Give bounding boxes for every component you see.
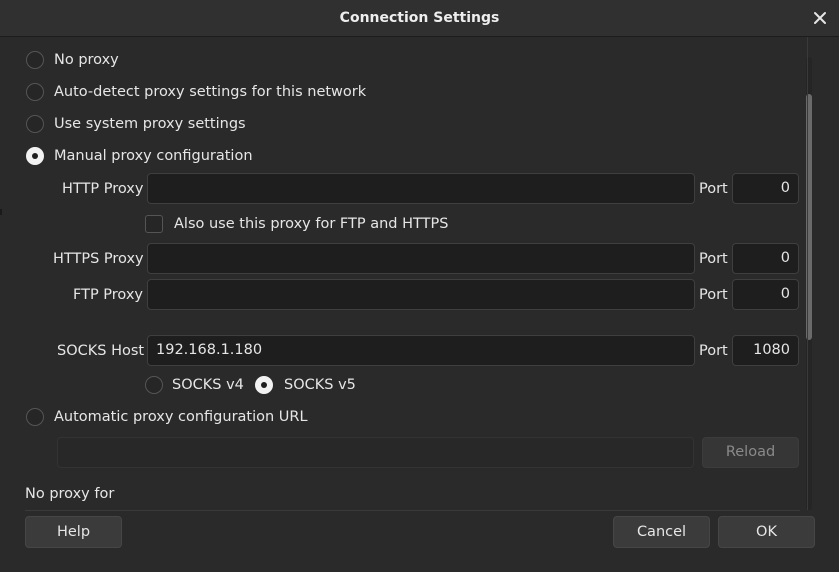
ftp-port-input[interactable]: 0 — [732, 279, 799, 310]
auto-detect-label: Auto-detect proxy settings for this netw… — [54, 84, 367, 100]
http-proxy-label: HTTP Proxy — [62, 181, 144, 197]
dialog-content: No proxy Auto-detect proxy settings for … — [0, 37, 839, 572]
no-proxy-for-field-edge — [25, 510, 800, 511]
no-proxy-label: No proxy — [54, 52, 119, 68]
socks-port-input[interactable]: 1080 — [732, 335, 799, 366]
http-port-label: Port — [699, 181, 728, 197]
title-bar: Connection Settings — [0, 0, 839, 37]
ftp-port-label: Port — [699, 287, 728, 303]
auto-config-url-input[interactable] — [57, 437, 694, 468]
also-use-checkbox[interactable] — [145, 215, 163, 233]
socks-port-label: Port — [699, 343, 728, 359]
http-port-input[interactable]: 0 — [732, 173, 799, 204]
https-port-input[interactable]: 0 — [732, 243, 799, 274]
left-edge-marker — [0, 209, 2, 215]
no-proxy-radio[interactable] — [26, 51, 44, 69]
http-proxy-input[interactable] — [147, 173, 695, 204]
system-proxy-radio[interactable] — [26, 115, 44, 133]
help-button[interactable]: Help — [25, 516, 122, 548]
socks-v4-label: SOCKS v4 — [172, 377, 244, 393]
cancel-button[interactable]: Cancel — [613, 516, 710, 548]
auto-config-radio[interactable] — [26, 408, 44, 426]
socks-v5-radio[interactable] — [255, 376, 273, 394]
socks-v5-label: SOCKS v5 — [284, 377, 356, 393]
https-proxy-label: HTTPS Proxy — [53, 251, 144, 267]
socks-host-input[interactable]: 192.168.1.180 — [147, 335, 695, 366]
dialog-title: Connection Settings — [339, 10, 500, 26]
ftp-proxy-label: FTP Proxy — [73, 287, 144, 303]
no-proxy-for-label: No proxy for — [25, 486, 115, 502]
reload-button[interactable]: Reload — [702, 437, 799, 468]
https-proxy-input[interactable] — [147, 243, 695, 274]
ftp-proxy-input[interactable] — [147, 279, 695, 310]
manual-proxy-label: Manual proxy configuration — [54, 148, 253, 164]
ok-button[interactable]: OK — [718, 516, 815, 548]
manual-proxy-radio[interactable] — [26, 147, 44, 165]
https-port-label: Port — [699, 251, 728, 267]
also-use-label: Also use this proxy for FTP and HTTPS — [174, 216, 449, 232]
socks-v4-radio[interactable] — [145, 376, 163, 394]
auto-config-label: Automatic proxy configuration URL — [54, 409, 308, 425]
panel-border — [807, 37, 808, 510]
socks-host-label: SOCKS Host — [57, 343, 145, 359]
close-icon[interactable] — [811, 9, 829, 27]
system-proxy-label: Use system proxy settings — [54, 116, 246, 132]
auto-detect-radio[interactable] — [26, 83, 44, 101]
